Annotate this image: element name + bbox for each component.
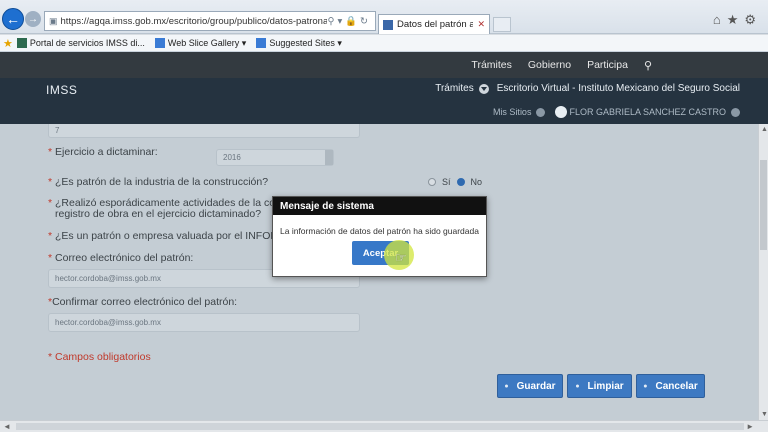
header-primary: Trámites Escritorio Virtual - Instituto … [435,83,740,94]
radio-si[interactable] [428,178,436,186]
close-tab-icon[interactable]: ✕ [473,19,489,30]
guardar-button[interactable]: ● Guardar [497,374,563,398]
browser-tool-icons[interactable]: ⌂★⚙ [713,12,762,28]
imss-favicon-icon [16,38,27,48]
correo-label: * Correo electrónico del patrón: [48,252,193,264]
nav-participa[interactable]: Participa [587,59,628,71]
favorites-star-icon[interactable]: ★ [727,12,745,27]
address-bar[interactable]: ▣ https://agqa.imss.gob.mx/escritorio/gr… [44,11,376,31]
limpiar-button[interactable]: ● Limpiar [567,374,632,398]
save-icon: ● [504,382,509,390]
mandatory-note: * Campos obligatorios [48,351,151,363]
avatar[interactable] [555,106,568,118]
ie-favicon-icon [256,38,267,48]
new-tab-button[interactable] [493,17,511,32]
radio-no-label: No [470,177,483,187]
site-header: IMSS Trámites Escritorio Virtual - Insti… [0,78,768,124]
tab-favicon-icon [383,19,393,30]
user-name[interactable]: FLOR GABRIELA SANCHEZ CASTRO [569,107,726,117]
label-text: Ejercicio a dictaminar: [55,146,158,158]
home-icon[interactable]: ⌂ [713,12,727,27]
mis-sitios-menu[interactable]: Mis Sitios [493,107,532,117]
button-label: Cancelar [655,380,698,392]
cancel-icon: ● [643,382,648,390]
hand-pointer-icon: ☞ [395,250,407,265]
scroll-up-icon[interactable]: ▲ [761,126,768,133]
confirmar-correo-input[interactable]: hector.cordoba@imss.gob.mx [48,313,360,332]
forward-button[interactable]: → [25,11,41,27]
brand-logo-text[interactable]: IMSS [46,83,77,97]
tramites-menu[interactable]: Trámites [435,83,474,94]
chevron-down-icon [325,150,333,165]
ie-favicon-icon [154,38,165,48]
nav-gobierno[interactable]: Gobierno [528,59,571,71]
browser-toolbar: ← → ▣ https://agqa.imss.gob.mx/escritori… [0,0,768,34]
settings-gear-icon[interactable]: ⚙ [744,12,762,27]
gob-top-nav: Trámites Gobierno Participa ⚲ [0,52,768,78]
confirmar-correo-value: hector.cordoba@imss.gob.mx [55,318,161,327]
chevron-down-icon[interactable] [478,83,489,94]
arrow-left-icon: ← [6,11,20,27]
radio-no[interactable] [456,178,465,186]
ejercicio-value: 2016 [223,153,241,162]
address-actions-icon[interactable]: ⚲▾🔒↻ [327,16,375,27]
favorite-suggested-sites[interactable]: Suggested Sites ▾ [256,38,342,49]
infonavit-label: * ¿Es un patrón o empresa valuada por el… [48,230,301,242]
vertical-scrollbar[interactable]: ▲ ▼ [758,124,768,420]
horizontal-scrollbar[interactable]: ◄ ► [0,420,768,432]
back-button[interactable]: ← [2,8,24,30]
search-icon[interactable]: ⚲ [644,59,652,72]
construccion-label: * ¿Es patrón de la industria de la const… [48,176,268,188]
correo-value: hector.cordoba@imss.gob.mx [55,274,161,283]
favorite-label: Suggested Sites ▾ [269,37,342,48]
system-message-dialog: Mensaje de sistema La información de dat… [272,196,487,277]
favorite-imss-portal[interactable]: Portal de servicios IMSS di... [16,38,145,48]
favorite-label: Portal de servicios IMSS di... [29,38,145,48]
chevron-down-icon[interactable] [731,107,740,117]
favorites-bar: ★ Portal de servicios IMSS di... Web Sli… [0,35,768,52]
chevron-down-icon[interactable] [536,107,546,117]
label-text: ¿Es un patrón o empresa valuada por el I… [55,230,301,242]
required-mark: * [48,252,53,264]
portal-title: Escritorio Virtual - Instituto Mexicano … [496,83,740,94]
browser-tab[interactable]: Datos del patrón a dictamin... ✕ [378,14,490,34]
label-text: Confirmar correo electrónico del patrón: [52,296,238,308]
label-text: Correo electrónico del patrón: [55,252,194,264]
required-mark: * [48,176,53,188]
button-label: Guardar [516,380,556,392]
scroll-thumb[interactable] [760,160,767,250]
confirmar-correo-label: *Confirmar correo electrónico del patrón… [48,296,237,308]
favorites-star-icon[interactable]: ★ [3,37,13,50]
nav-tramites[interactable]: Trámites [471,59,511,71]
button-label: Limpiar [587,380,624,392]
tab-title: Datos del patrón a dictamin... [397,19,474,30]
required-mark: * [48,230,53,242]
previous-field[interactable]: 7 [48,124,360,138]
scroll-thumb[interactable] [16,423,744,430]
url-text: https://agqa.imss.gob.mx/escritorio/grou… [60,15,328,27]
dialog-title: Mensaje de sistema [273,197,486,215]
favorite-web-slice-gallery[interactable]: Web Slice Gallery ▾ [154,37,247,49]
construccion-radio-group: Sí No [428,177,488,187]
previous-field-value: 7 [55,126,60,135]
ejercicio-label: * Ejercicio a dictaminar: [48,146,158,158]
required-mark: * [48,197,53,209]
scroll-down-icon[interactable]: ▼ [761,411,768,418]
scroll-right-icon[interactable]: ► [746,422,754,431]
dialog-message: La información de datos del patrón ha si… [280,226,479,236]
header-secondary: Mis Sitios FLOR GABRIELA SANCHEZ CASTRO [493,106,740,118]
cancelar-button[interactable]: ● Cancelar [636,374,705,398]
label-text: ¿Es patrón de la industria de la constru… [55,176,269,188]
page-icon: ▣ [49,15,58,26]
radio-si-label: Sí [442,177,451,187]
clear-icon: ● [575,382,580,390]
arrow-right-icon: → [28,13,38,25]
favorite-label: Web Slice Gallery ▾ [167,37,247,48]
ejercicio-select[interactable]: 2016 [216,149,334,166]
esporadico-label-line2: registro de obra en el ejercicio dictami… [55,208,262,220]
required-mark: * [48,146,53,158]
scroll-left-icon[interactable]: ◄ [3,422,11,431]
